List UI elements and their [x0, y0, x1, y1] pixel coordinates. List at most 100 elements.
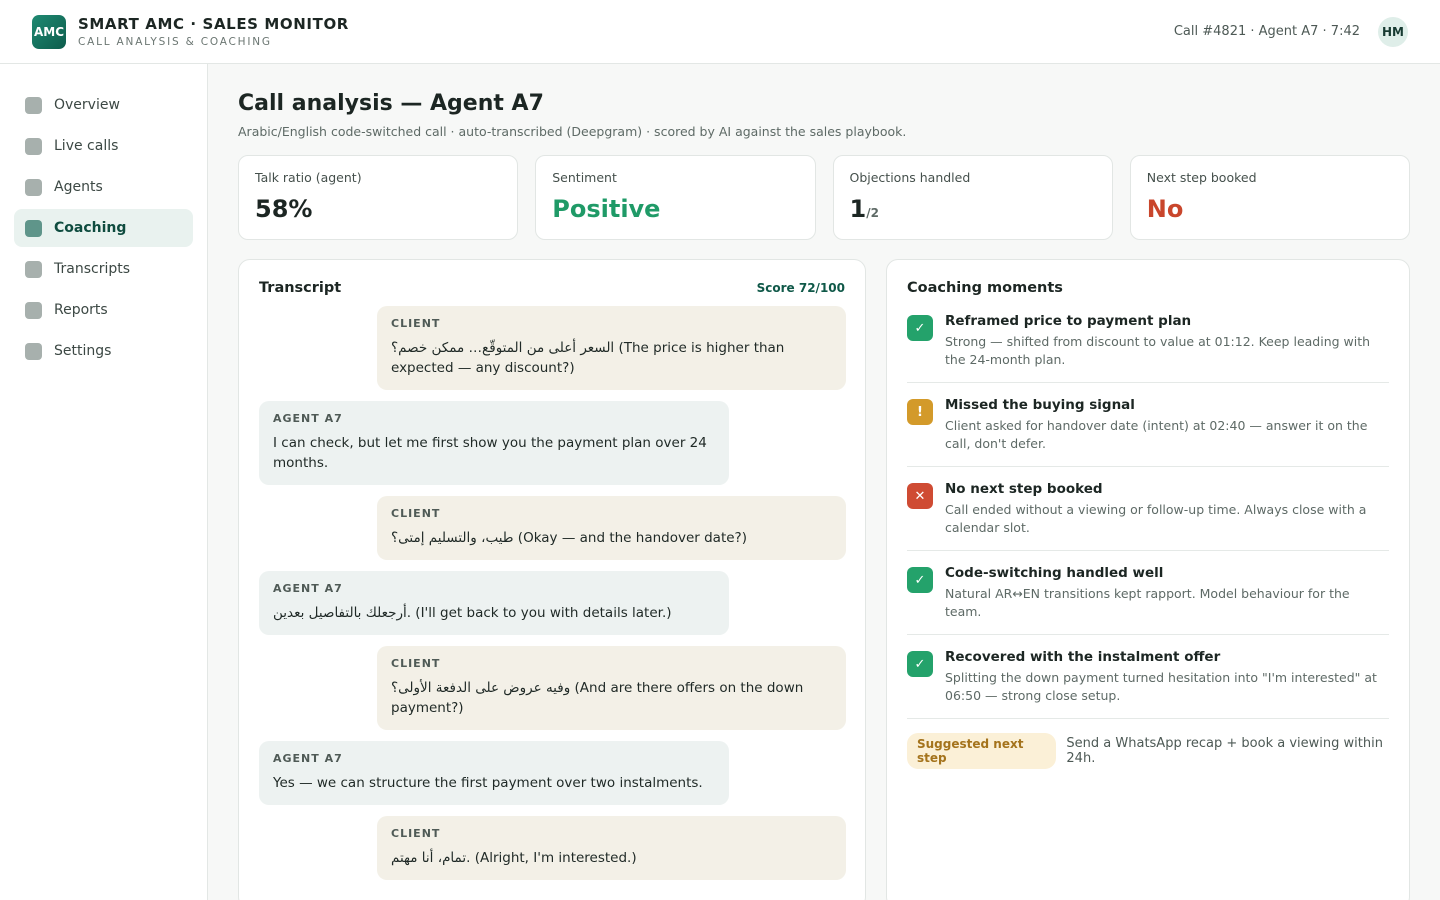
cross-icon: ✕	[907, 483, 933, 509]
coaching-moment: ✓ Code-switching handled well Natural AR…	[907, 551, 1389, 635]
moment-body: No next step booked Call ended without a…	[945, 481, 1389, 537]
transcript-message-agent: AGENT A7 I can check, but let me first s…	[259, 401, 729, 485]
moment-description: Client asked for handover date (intent) …	[945, 418, 1368, 451]
metric-value: Positive	[552, 195, 661, 223]
transcripts-icon	[25, 260, 42, 278]
metric-value: 58%	[255, 195, 313, 223]
moment-title: Missed the buying signal	[945, 397, 1135, 413]
message-text: تمام، أنا مهتم. (Alright, I'm interested…	[391, 850, 637, 866]
check-icon: ✓	[907, 567, 933, 593]
agents-icon	[25, 178, 42, 196]
coaching-header: Coaching moments	[907, 278, 1389, 298]
sidebar-item-agents[interactable]: Agents	[14, 168, 193, 206]
metric-talk-ratio: Talk ratio (agent) 58%	[238, 155, 519, 240]
top-bar: AMC SMART AMC · SALES MONITOR CALL ANALY…	[0, 0, 1440, 64]
page-subtitle: Arabic/English code-switched call · auto…	[238, 124, 907, 139]
moment-body: Code-switching handled well Natural AR↔E…	[945, 565, 1389, 621]
coaching-title: Coaching moments	[907, 280, 1063, 296]
transcript-panel: Transcript Score 72/100 CLIENT السعر أعل…	[238, 259, 866, 900]
call-score: Score 72/100	[756, 281, 845, 295]
transcript-message-agent: AGENT A7 أرجعلك بالتفاصيل بعدين. (I'll g…	[259, 571, 729, 635]
moment-description: Strong — shifted from discount to value …	[945, 334, 1371, 367]
coaching-panel: Coaching moments ✓ Reframed price to pay…	[886, 259, 1410, 900]
page-title: Call analysis — Agent A7	[238, 91, 544, 116]
brand-title: SMART AMC · SALES MONITOR	[78, 15, 349, 33]
metric-value: 1/2	[850, 195, 1096, 223]
sidebar-item-label: Coaching	[54, 220, 127, 236]
moment-description: Call ended without a viewing or follow-u…	[945, 502, 1367, 535]
speaker-label: CLIENT	[391, 827, 441, 840]
main-content: Call analysis — Agent A7 Arabic/English …	[238, 64, 1410, 900]
coaching-moment: ! Missed the buying signal Client asked …	[907, 383, 1389, 467]
metric-value: No	[1146, 195, 1184, 223]
transcript-message-client: CLIENT السعر أعلى من المتوقّع… ممكن خصم؟…	[377, 306, 846, 390]
moment-title: Recovered with the instalment offer	[945, 649, 1221, 665]
transcript-message-client: CLIENT تمام، أنا مهتم. (Alright, I'm int…	[377, 816, 846, 880]
moment-body: Recovered with the instalment offer Spli…	[945, 649, 1389, 705]
sidebar-item-label: Agents	[54, 179, 103, 195]
message-text: السعر أعلى من المتوقّع… ممكن خصم؟ (The p…	[391, 340, 785, 376]
message-text: Yes — we can structure the first payment…	[273, 775, 703, 791]
message-text: طيب، والتسليم إمتى؟ (Okay — and the hand…	[391, 530, 747, 546]
brand-subtitle: CALL ANALYSIS & COACHING	[78, 36, 272, 48]
objections-total: /2	[866, 206, 879, 220]
metric-label: Sentiment	[552, 170, 617, 185]
metrics-row: Talk ratio (agent) 58% Sentiment Positiv…	[238, 155, 1410, 240]
speaker-label: CLIENT	[391, 657, 441, 670]
sidebar-item-coaching[interactable]: Coaching	[14, 209, 193, 247]
moment-title: Code-switching handled well	[945, 565, 1164, 581]
metric-objections: Objections handled 1/2	[832, 155, 1113, 240]
speaker-label: CLIENT	[391, 507, 441, 520]
live-calls-icon	[25, 137, 42, 155]
sidebar-item-label: Transcripts	[54, 261, 131, 277]
sidebar-item-label: Live calls	[54, 138, 119, 154]
message-text: أرجعلك بالتفاصيل بعدين. (I'll get back t…	[273, 605, 672, 621]
coaching-moment: ✓ Recovered with the instalment offer Sp…	[907, 635, 1389, 719]
next-step-badge: Suggested next step	[907, 733, 1057, 769]
moment-title: Reframed price to payment plan	[945, 313, 1192, 329]
message-text: I can check, but let me first show you t…	[273, 435, 707, 471]
sidebar-item-settings[interactable]: Settings	[14, 332, 193, 370]
coaching-moment: ✓ Reframed price to payment plan Strong …	[907, 304, 1389, 383]
speaker-label: CLIENT	[391, 317, 441, 330]
metric-label: Next step booked	[1146, 170, 1257, 185]
transcript-message-client: CLIENT طيب، والتسليم إمتى؟ (Okay — and t…	[377, 496, 846, 560]
moment-body: Missed the buying signal Client asked fo…	[945, 397, 1389, 453]
transcript-messages: CLIENT السعر أعلى من المتوقّع… ممكن خصم؟…	[259, 306, 846, 880]
sidebar-item-label: Reports	[54, 302, 108, 318]
metric-label: Objections handled	[849, 170, 971, 185]
call-meta: Call #4821 · Agent A7 · 7:42	[1173, 24, 1360, 39]
objections-handled-count: 1	[849, 195, 867, 223]
coaching-icon	[25, 219, 42, 237]
brand: SMART AMC · SALES MONITOR CALL ANALYSIS …	[78, 15, 349, 48]
sidebar: Overview Live calls Agents Coaching Tran…	[0, 64, 208, 900]
check-icon: ✓	[907, 651, 933, 677]
transcript-title: Transcript	[259, 280, 342, 296]
coaching-moment: ✕ No next step booked Call ended without…	[907, 467, 1389, 551]
sidebar-item-transcripts[interactable]: Transcripts	[14, 250, 193, 288]
suggested-next-step: Suggested next step Send a WhatsApp reca…	[907, 733, 1389, 769]
transcript-message-client: CLIENT وفيه عروض على الدفعة الأولى؟ (And…	[377, 646, 846, 730]
moment-description: Splitting the down payment turned hesita…	[945, 670, 1377, 703]
moment-title: No next step booked	[945, 481, 1103, 497]
overview-icon	[25, 96, 42, 114]
speaker-label: AGENT A7	[273, 582, 343, 595]
message-text: وفيه عروض على الدفعة الأولى؟ (And are th…	[391, 680, 804, 716]
transcript-message-agent: AGENT A7 Yes — we can structure the firs…	[259, 741, 729, 805]
check-icon: ✓	[907, 315, 933, 341]
sidebar-item-overview[interactable]: Overview	[14, 86, 193, 124]
app-logo: AMC	[32, 14, 66, 49]
metric-next-step: Next step booked No	[1129, 155, 1410, 240]
reports-icon	[25, 301, 42, 319]
user-avatar[interactable]: HM	[1378, 16, 1408, 47]
next-step-text: Send a WhatsApp recap + book a viewing w…	[1066, 736, 1383, 766]
metric-label: Talk ratio (agent)	[255, 170, 362, 185]
sidebar-item-label: Settings	[54, 343, 112, 359]
warning-icon: !	[907, 399, 933, 425]
sidebar-item-live-calls[interactable]: Live calls	[14, 127, 193, 165]
speaker-label: AGENT A7	[273, 412, 343, 425]
sidebar-item-label: Overview	[54, 97, 120, 113]
sidebar-item-reports[interactable]: Reports	[14, 291, 193, 329]
topbar-right: Call #4821 · Agent A7 · 7:42 HM	[1173, 16, 1408, 47]
speaker-label: AGENT A7	[273, 752, 343, 765]
